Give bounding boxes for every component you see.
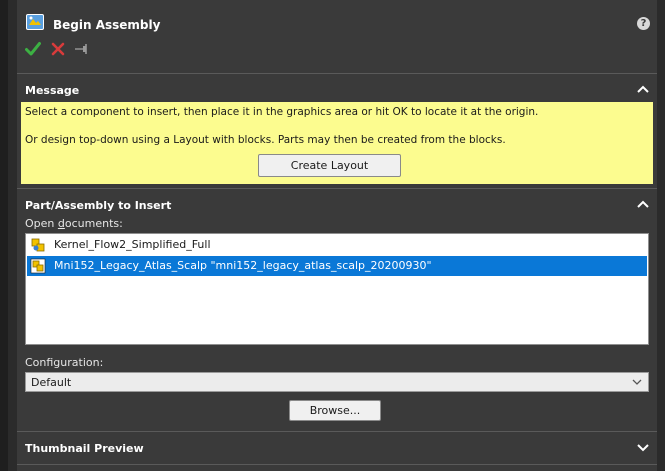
message-box: Select a component to insert, then place… xyxy=(21,102,653,184)
assembly-icon xyxy=(26,14,44,30)
message-section-header[interactable]: Message xyxy=(17,78,657,102)
part-divider xyxy=(17,431,657,432)
thumbnail-divider xyxy=(17,464,657,465)
message-divider xyxy=(17,188,657,189)
open-documents-list[interactable]: Kernel_Flow2_Simplified_Full Mni152_Lega… xyxy=(25,233,649,345)
help-icon[interactable]: ? xyxy=(637,17,650,30)
part-section-header[interactable]: Part/Assembly to Insert xyxy=(17,193,657,217)
message-line-2: Or design top-down using a Layout with b… xyxy=(25,134,506,146)
panel-header: Begin Assembly ? xyxy=(17,0,657,70)
configuration-select[interactable]: Default xyxy=(25,372,649,392)
assembly-document-icon xyxy=(31,238,45,252)
cancel-x-icon[interactable] xyxy=(50,41,66,57)
chevron-up-icon[interactable] xyxy=(637,84,649,94)
configuration-value: Default xyxy=(31,376,72,389)
panel-title: Begin Assembly xyxy=(53,18,161,32)
list-item-selected[interactable]: Mni152_Legacy_Atlas_Scalp "mni152_legacy… xyxy=(27,256,647,276)
window-right-edge xyxy=(657,0,665,471)
configuration-label: Configuration: xyxy=(25,356,104,369)
property-manager-panel: Begin Assembly ? Message Select a compon… xyxy=(17,0,657,471)
thumbnail-section-header[interactable]: Thumbnail Preview xyxy=(17,436,657,460)
chevron-down-icon[interactable] xyxy=(632,378,642,386)
chevron-down-icon[interactable] xyxy=(637,442,649,452)
header-divider xyxy=(17,73,657,74)
chevron-up-icon[interactable] xyxy=(637,199,649,209)
browse-button[interactable]: Browse... xyxy=(289,400,381,421)
pushpin-icon[interactable] xyxy=(74,42,90,56)
open-documents-label: Open documents: xyxy=(25,217,123,230)
create-layout-button[interactable]: Create Layout xyxy=(258,154,401,177)
part-section-title: Part/Assembly to Insert xyxy=(25,199,172,212)
document-name: Kernel_Flow2_Simplified_Full xyxy=(54,238,211,251)
document-name: Mni152_Legacy_Atlas_Scalp "mni152_legacy… xyxy=(54,259,432,272)
message-section-title: Message xyxy=(25,84,80,97)
window-left-edge xyxy=(0,0,8,471)
list-item[interactable]: Kernel_Flow2_Simplified_Full xyxy=(27,235,647,255)
message-line-1: Select a component to insert, then place… xyxy=(25,106,539,118)
thumbnail-section-title: Thumbnail Preview xyxy=(25,442,144,455)
assembly-document-icon xyxy=(30,258,46,274)
ok-check-icon[interactable] xyxy=(25,41,41,57)
